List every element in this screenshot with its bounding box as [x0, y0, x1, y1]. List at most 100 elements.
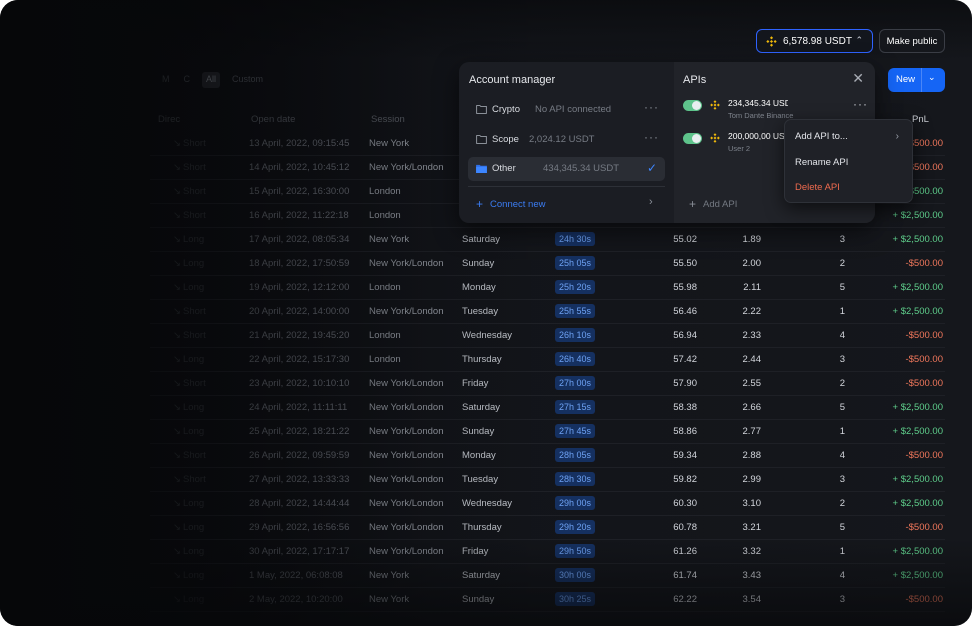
direction-text: Long	[183, 402, 205, 413]
header-open-date[interactable]: Open date	[251, 114, 295, 125]
direction-icon: ↘	[173, 210, 181, 221]
table-row[interactable]: ↘ Short 21 April, 2022, 19:45:20 London Wedn…	[0, 324, 972, 348]
session-cell: New York/London	[369, 426, 444, 437]
table-row[interactable]: ↘ Long 18 April, 2022, 17:50:59 New York/Lo…	[0, 252, 972, 276]
account-balance: No API connected	[535, 104, 612, 115]
direction-icon: ↘	[173, 402, 181, 413]
table-row[interactable]: ↘ Short 26 April, 2022, 09:59:59 New York/L…	[0, 444, 972, 468]
table-row[interactable]: ↘ Long 25 April, 2022, 18:21:22 New York/Lo…	[0, 420, 972, 444]
direction-text: Short	[183, 450, 206, 461]
table-row[interactable]: ↘ Long 28 April, 2022, 14:44:44 New York/Lo…	[0, 492, 972, 516]
more-icon[interactable]: ···	[644, 130, 659, 144]
direction-text: Short	[183, 162, 206, 173]
session-cell: New York/London	[369, 522, 444, 533]
account-item[interactable]: Other 434,345.34 USDT ✓	[468, 157, 665, 181]
table-row[interactable]: ↘ Long 1 May, 2022, 06:08:08 New York Saturd…	[0, 564, 972, 588]
direction-cell: ↘ Long	[173, 234, 204, 245]
table-row[interactable]: ↘ Long 24 April, 2022, 11:11:11 New York/Lo…	[0, 396, 972, 420]
table-row[interactable]: ↘ Long 22 April, 2022, 15:17:30 London Thurs…	[0, 348, 972, 372]
account-balance: 2,024.12 USDT	[529, 134, 595, 145]
duration-badge: 26h 10s	[555, 328, 596, 342]
direction-icon: ↘	[173, 474, 181, 485]
direction-cell: ↘ Short	[173, 162, 206, 173]
open-date-cell: 23 April, 2022, 10:10:10	[249, 378, 350, 389]
header-direction[interactable]: Direc	[158, 114, 180, 125]
account-name: Other	[492, 163, 516, 174]
chevron-right-icon[interactable]: ›	[649, 196, 653, 208]
chevron-down-icon[interactable]: ⌄	[928, 72, 936, 83]
table-row[interactable]: ↘ Long 17 April, 2022, 08:05:34 New York Sat…	[0, 228, 972, 252]
new-button[interactable]: New ⌄	[888, 68, 945, 92]
close-icon[interactable]: ✕	[852, 70, 864, 87]
folder-filled-icon	[476, 164, 487, 173]
table-row[interactable]: ↘ Short 27 April, 2022, 13:33:33 New York/L…	[0, 468, 972, 492]
filter-option[interactable]: All	[202, 72, 221, 88]
session-cell: New York/London	[369, 162, 444, 173]
account-item[interactable]: Crypto No API connected ···	[468, 98, 665, 122]
day-cell: Wednesday	[462, 330, 512, 341]
filter-option[interactable]: C	[182, 72, 193, 88]
more-icon[interactable]: ···	[853, 97, 868, 111]
session-cell: London	[369, 186, 401, 197]
direction-text: Short	[183, 210, 206, 221]
delete-api-item[interactable]: Delete API	[795, 182, 840, 193]
make-public-button[interactable]: Make public	[879, 29, 945, 53]
table-row[interactable]: ↘ Short 20 April, 2022, 14:00:00 New York/L…	[0, 300, 972, 324]
open-date-cell: 29 April, 2022, 16:56:56	[249, 522, 350, 533]
date-filter-bar: M C All Custom	[160, 72, 265, 88]
direction-text: Short	[183, 330, 206, 341]
api-toggle[interactable]	[683, 100, 702, 111]
open-date-cell: 28 April, 2022, 14:44:44	[249, 498, 350, 509]
app-window: M C All Custom Direc Open date Session PnL …	[0, 0, 972, 626]
header-session[interactable]: Session	[371, 114, 405, 125]
table-row[interactable]: ↘ Long 29 April, 2022, 16:56:56 New York/Lo…	[0, 516, 972, 540]
direction-icon: ↘	[173, 258, 181, 269]
filter-option[interactable]: Custom	[230, 72, 265, 88]
direction-icon: ↘	[173, 162, 181, 173]
day-cell: Friday	[462, 378, 489, 389]
plus-icon: +	[476, 197, 484, 211]
direction-cell: ↘ Short	[173, 306, 206, 317]
direction-icon: ↘	[173, 306, 181, 317]
open-date-cell: 20 April, 2022, 14:00:00	[249, 306, 350, 317]
value-cell: 60.30	[673, 498, 697, 509]
account-item[interactable]: Scope 2,024.12 USDT ···	[468, 128, 665, 152]
value-cell: 3.32	[742, 546, 762, 557]
connect-new-button[interactable]: + Connect new	[476, 197, 545, 211]
account-name: Scope	[492, 134, 519, 145]
header-pnl[interactable]: PnL	[912, 114, 929, 125]
direction-text: Long	[183, 498, 205, 509]
value-cell: 57.90	[673, 378, 697, 389]
direction-icon: ↘	[173, 546, 181, 557]
filter-option[interactable]: M	[160, 72, 172, 88]
direction-text: Long	[183, 546, 205, 557]
session-cell: New York/London	[369, 402, 444, 413]
more-icon[interactable]: ···	[644, 100, 659, 114]
table-row[interactable]: ↘ Long 30 April, 2022, 17:17:17 New York/Lo…	[0, 540, 972, 564]
direction-cell: ↘ Long	[173, 570, 204, 581]
value-cell: 1	[839, 306, 845, 317]
value-cell: 3.54	[742, 594, 762, 605]
add-api-to-item[interactable]: Add API to...	[795, 131, 848, 142]
pnl-cell: -$500.00	[905, 354, 943, 365]
table-row[interactable]: ↘ Short 23 April, 2022, 10:10:10 New York/L…	[0, 372, 972, 396]
balance-dropdown[interactable]: 6,578.98 USDT ⌃	[756, 29, 873, 53]
value-cell: 2.11	[743, 282, 761, 293]
session-cell: New York	[369, 594, 410, 605]
value-cell: 2.77	[742, 426, 762, 437]
value-cell: 1.89	[742, 234, 762, 245]
direction-icon: ↘	[173, 186, 181, 197]
add-api-button[interactable]: + Add API	[689, 197, 737, 211]
open-date-cell: 25 April, 2022, 18:21:22	[249, 426, 350, 437]
day-cell: Sunday	[462, 594, 495, 605]
table-row[interactable]: ↘ Long 2 May, 2022, 10:20:00 New York Sunday…	[0, 588, 972, 612]
value-cell: 2.66	[742, 402, 762, 413]
api-toggle[interactable]	[683, 133, 702, 144]
value-cell: 55.02	[673, 234, 697, 245]
pnl-cell: + $2,500.00	[892, 306, 943, 317]
rename-api-item[interactable]: Rename API	[795, 157, 848, 168]
value-cell: 56.46	[673, 306, 697, 317]
table-row[interactable]: ↘ Long 19 April, 2022, 12:12:00 London Monda…	[0, 276, 972, 300]
direction-icon: ↘	[173, 522, 181, 533]
day-cell: Tuesday	[462, 474, 499, 485]
